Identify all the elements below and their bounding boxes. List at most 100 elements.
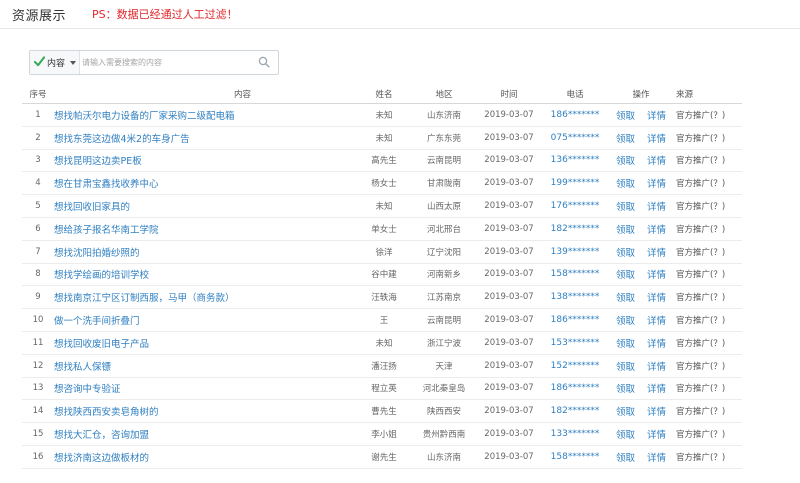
resource-table: 序号 内容 姓名 地区 时间 电话 操作 来源 1 想找帕沃尔电力设备的厂家采购二… (22, 84, 742, 469)
claim-link[interactable]: 领取 (616, 134, 635, 145)
row-number: 4 (22, 171, 54, 196)
row-content-link[interactable]: 想找沈阳拍婚纱照的 (54, 240, 354, 264)
detail-link[interactable]: 详情 (647, 430, 666, 441)
claim-link[interactable]: 领取 (616, 248, 635, 259)
row-content-link[interactable]: 想找昆明这边卖PE板 (54, 149, 354, 173)
row-content-link[interactable]: 想找帕沃尔电力设备的厂家采购二级配电箱 (54, 103, 354, 127)
row-region: 浙江宁波 (414, 331, 474, 355)
table-row: 9 想找南京江宁区订制西服，马甲（商务款） 汪轶海 江苏南京 2019-03-07 138… (22, 285, 742, 310)
row-source[interactable]: 官方推广(？) (676, 103, 742, 127)
row-source[interactable]: 官方推广(？) (676, 217, 742, 241)
table-row: 10 做一个洗手间折叠门王云南昆明 2019-03-07 186******* 领取 详情… (22, 308, 742, 332)
claim-link[interactable]: 领取 (616, 156, 635, 167)
row-content-link[interactable]: 想找学绘画的培训学校 (54, 263, 354, 287)
row-source[interactable]: 官方推广(？) (676, 285, 742, 310)
row-source[interactable]: 官方推广(？) (676, 171, 742, 196)
row-source[interactable]: 官方推广(？) (676, 331, 742, 355)
row-name: 汪轶海 (354, 285, 414, 310)
column-header-content: 内容 (54, 84, 354, 104)
detail-link[interactable]: 详情 (647, 111, 666, 122)
row-content-link[interactable]: 想给孩子报名华南工学院 (54, 217, 354, 241)
row-actions: 领取 详情 (606, 194, 676, 218)
detail-link[interactable]: 详情 (647, 225, 666, 236)
claim-link[interactable]: 领取 (616, 111, 635, 122)
row-content-link[interactable]: 想找回收旧家具的 (54, 194, 354, 218)
row-source[interactable]: 官方推广(？) (676, 354, 742, 378)
row-name: 未知 (354, 126, 414, 150)
row-phone: 153******* (544, 331, 606, 355)
row-content-link[interactable]: 想找大汇仓，咨询加盟 (54, 422, 354, 446)
row-phone: 176******* (544, 194, 606, 218)
row-source[interactable]: 官方推广(？) (676, 422, 742, 446)
claim-link[interactable]: 领取 (616, 293, 635, 304)
claim-link[interactable]: 领取 (616, 225, 635, 236)
row-phone: 136******* (544, 149, 606, 173)
row-source[interactable]: 官方推广(？) (676, 377, 742, 401)
row-content-link[interactable]: 想找私人保镖 (54, 354, 354, 378)
claim-link[interactable]: 领取 (616, 453, 635, 464)
claim-link[interactable]: 领取 (616, 430, 635, 441)
detail-link[interactable]: 详情 (647, 270, 666, 281)
claim-link[interactable]: 领取 (616, 339, 635, 350)
detail-link[interactable]: 详情 (647, 407, 666, 418)
table-row: 1 想找帕沃尔电力设备的厂家采购二级配电箱 未知 山东济南 2019-03-07 186*… (22, 103, 742, 127)
row-region: 山东济南 (414, 103, 474, 127)
detail-link[interactable]: 详情 (647, 156, 666, 167)
claim-link[interactable]: 领取 (616, 202, 635, 213)
row-source[interactable]: 官方推广(？) (676, 126, 742, 150)
row-content-link[interactable]: 想找东莞这边做4米2的车身广告 (54, 126, 354, 150)
detail-link[interactable]: 详情 (647, 384, 666, 395)
row-region: 天津 (414, 354, 474, 378)
row-content-link[interactable]: 想找陕西西安卖皂角树的 (54, 399, 354, 424)
row-number: 9 (22, 285, 54, 310)
row-name: 李小姐 (354, 422, 414, 446)
row-content-link[interactable]: 想找济南这边做板材的 (54, 445, 354, 469)
claim-link[interactable]: 领取 (616, 179, 635, 190)
row-number: 8 (22, 263, 54, 287)
detail-link[interactable]: 详情 (647, 362, 666, 373)
table-row: 3 想找昆明这边卖PE板 高先生 云南昆明 2019-03-07 136******* 领取… (22, 149, 742, 173)
row-source[interactable]: 官方推广(？) (676, 194, 742, 218)
row-source[interactable]: 官方推广(？) (676, 149, 742, 173)
row-content-link[interactable]: 做一个洗手间折叠门 (54, 308, 354, 332)
row-source[interactable]: 官方推广(？) (676, 308, 742, 332)
detail-link[interactable]: 详情 (647, 202, 666, 213)
row-actions: 领取 详情 (606, 240, 676, 264)
search-input[interactable] (82, 53, 242, 72)
column-header-source: 来源 (676, 84, 742, 104)
detail-link[interactable]: 详情 (647, 179, 666, 190)
row-phone: 186******* (544, 308, 606, 332)
chevron-down-icon (70, 61, 76, 65)
search-icon[interactable] (258, 56, 270, 68)
row-number: 14 (22, 399, 54, 424)
table-row: 15 想找大汇仓，咨询加盟 李小姐 贵州黔西南 2019-03-07 133*******… (22, 422, 742, 446)
table-body: 1 想找帕沃尔电力设备的厂家采购二级配电箱 未知 山东济南 2019-03-07 186*… (22, 103, 742, 469)
row-time: 2019-03-07 (474, 399, 544, 424)
claim-link[interactable]: 领取 (616, 316, 635, 327)
claim-link[interactable]: 领取 (616, 407, 635, 418)
claim-link[interactable]: 领取 (616, 384, 635, 395)
detail-link[interactable]: 详情 (647, 134, 666, 145)
row-source[interactable]: 官方推广(？) (676, 240, 742, 264)
detail-link[interactable]: 详情 (647, 293, 666, 304)
row-name: 高先生 (354, 149, 414, 173)
detail-link[interactable]: 详情 (647, 248, 666, 259)
row-content-link[interactable]: 想在甘肃宝鑫找收养中心 (54, 171, 354, 196)
row-phone: 138******* (544, 285, 606, 310)
row-content-link[interactable]: 想找回收废旧电子产品 (54, 331, 354, 355)
claim-link[interactable]: 领取 (616, 270, 635, 281)
detail-link[interactable]: 详情 (647, 316, 666, 327)
table-row: 7 想找沈阳拍婚纱照的 徐洋 辽宁沈阳 2019-03-07 139******* 领取 详情… (22, 240, 742, 264)
row-source[interactable]: 官方推广(？) (676, 399, 742, 424)
row-actions: 领取 详情 (606, 126, 676, 150)
row-time: 2019-03-07 (474, 422, 544, 446)
detail-link[interactable]: 详情 (647, 339, 666, 350)
row-content-link[interactable]: 想找南京江宁区订制西服，马甲（商务款） (54, 285, 354, 310)
row-time: 2019-03-07 (474, 263, 544, 287)
claim-link[interactable]: 领取 (616, 362, 635, 373)
row-source[interactable]: 官方推广(？) (676, 445, 742, 469)
row-source[interactable]: 官方推广(？) (676, 263, 742, 287)
detail-link[interactable]: 详情 (647, 453, 666, 464)
search-category-select[interactable]: 内容 (30, 51, 80, 74)
row-content-link[interactable]: 想咨询中专验证 (54, 377, 354, 401)
